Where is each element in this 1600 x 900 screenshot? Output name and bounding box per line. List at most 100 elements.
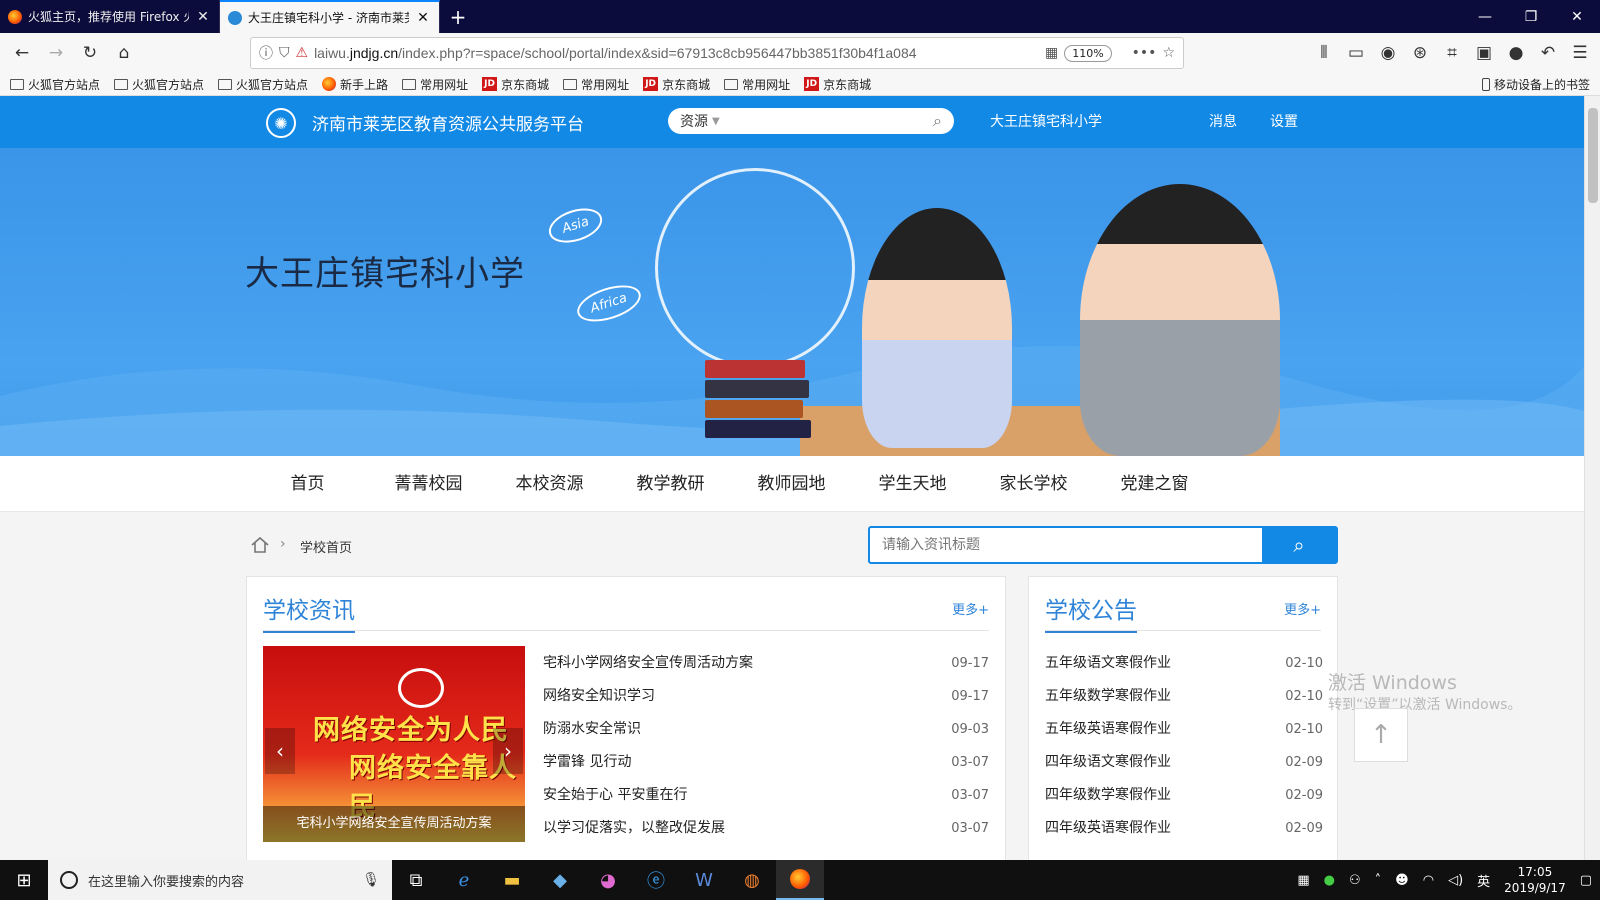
taskbar-search-input[interactable]: 在这里输入你要搜索的内容	[88, 871, 244, 890]
list-item[interactable]: 五年级数学寒假作业 02-10	[1045, 680, 1323, 713]
addon-icon[interactable]: ●	[1500, 37, 1532, 69]
nav-teaching[interactable]: 教学教研	[610, 456, 731, 511]
microphone-icon[interactable]: 🎙	[362, 872, 380, 888]
firefox-taskbar-icon[interactable]	[776, 860, 824, 900]
nav-teachers[interactable]: 教师园地	[731, 456, 852, 511]
list-item[interactable]: 四年级数学寒假作业 02-09	[1045, 779, 1323, 812]
windows-start-icon[interactable]: ⊞	[0, 860, 48, 900]
volume-icon[interactable]: ◁)	[1448, 873, 1463, 888]
close-icon[interactable]: ✕	[195, 9, 211, 25]
list-item[interactable]: 网络安全知识学习 09-17	[543, 680, 989, 713]
notification-icon[interactable]: ▢	[1580, 873, 1592, 888]
tab-school[interactable]: 大王庄镇宅科小学 - 济南市莱芜 ✕	[220, 0, 440, 33]
more-link[interactable]: 更多+	[1284, 599, 1321, 618]
tab-firefox-home[interactable]: 火狐主页，推荐使用 Firefox 火 ✕	[0, 0, 220, 33]
chevron-down-icon[interactable]: ▼	[712, 116, 720, 127]
bookmark-item[interactable]: 常用网址	[563, 76, 629, 93]
nav-resources[interactable]: 本校资源	[489, 456, 610, 511]
info-icon[interactable]: ⓘ	[259, 43, 273, 63]
bookmark-item[interactable]: 常用网址	[724, 76, 790, 93]
qr-code-icon[interactable]: ▦	[1045, 45, 1058, 61]
panel-title[interactable]: 学校资讯	[263, 591, 355, 633]
tray-app-icon[interactable]: ●	[1324, 873, 1335, 888]
list-item[interactable]: 四年级语文寒假作业 02-09	[1045, 746, 1323, 779]
list-item[interactable]: 学雷锋 见行动 03-07	[543, 746, 989, 779]
screenshot-icon[interactable]: ⌗	[1436, 37, 1468, 69]
search-icon[interactable]: ⌕	[933, 111, 942, 131]
taskbar-search[interactable]: 在这里输入你要搜索的内容 🎙	[48, 860, 392, 900]
file-explorer-icon[interactable]: ▬	[488, 860, 536, 900]
keyboard-icon[interactable]: ▦	[1297, 873, 1309, 888]
app-icon[interactable]: ◆	[536, 860, 584, 900]
resource-search[interactable]: 资源 ▼ ⌕	[668, 108, 954, 134]
address-bar[interactable]: ⓘ ⛉ ⚠ laiwu.jndjg.cn/index.php?r=space/s…	[250, 37, 1184, 69]
close-window-icon[interactable]: ✕	[1554, 0, 1600, 33]
people-icon[interactable]: ⚇	[1349, 873, 1361, 888]
sidebar-icon[interactable]: ▭	[1340, 37, 1372, 69]
nav-campus[interactable]: 菁菁校园	[368, 456, 489, 511]
bookmark-item[interactable]: 火狐官方站点	[114, 76, 204, 93]
bookmark-item[interactable]: JD 京东商城	[804, 76, 871, 93]
search-category[interactable]: 资源	[680, 111, 708, 131]
home-icon[interactable]	[250, 536, 270, 554]
insecure-lock-icon[interactable]: ⚠	[296, 45, 309, 61]
bookmark-item[interactable]: JD 京东商城	[482, 76, 549, 93]
forward-icon[interactable]: →	[40, 37, 72, 69]
shield-icon[interactable]: ⛉	[279, 45, 290, 61]
list-item[interactable]: 安全始于心 平安重在行 03-07	[543, 779, 989, 812]
scrollbar-thumb[interactable]	[1588, 108, 1598, 203]
home-icon[interactable]: ⌂	[108, 37, 140, 69]
settings-link[interactable]: 设置	[1270, 111, 1298, 131]
zoom-level[interactable]: 110%	[1064, 44, 1112, 62]
platform-logo-icon[interactable]: ✺	[266, 108, 296, 138]
news-search-input[interactable]	[870, 528, 1262, 562]
bookmark-item[interactable]: 火狐官方站点	[218, 76, 308, 93]
carousel-prev-icon[interactable]: ‹	[265, 728, 295, 774]
list-item[interactable]: 防溺水安全常识 09-03	[543, 713, 989, 746]
news-search-button[interactable]: ⌕	[1262, 528, 1336, 562]
carousel-caption[interactable]: 宅科小学网络安全宣传周活动方案	[263, 806, 525, 842]
bookmark-item[interactable]: 常用网址	[402, 76, 468, 93]
menu-icon[interactable]: ☰	[1564, 37, 1596, 69]
list-item[interactable]: 四年级英语寒假作业 02-09	[1045, 812, 1323, 845]
task-view-icon[interactable]: ⧉	[392, 860, 440, 900]
color-app-icon[interactable]: ◕	[584, 860, 632, 900]
list-item[interactable]: 五年级语文寒假作业 02-10	[1045, 647, 1323, 680]
url-text[interactable]: laiwu.jndjg.cn/index.php?r=space/school/…	[314, 45, 1039, 61]
minimize-icon[interactable]: —	[1462, 0, 1508, 33]
school-link[interactable]: 大王庄镇宅科小学	[990, 111, 1102, 131]
ime-indicator[interactable]: 英	[1477, 871, 1490, 890]
bookmark-item[interactable]: JD 京东商城	[643, 76, 710, 93]
account-icon[interactable]: ◉	[1372, 37, 1404, 69]
restore-icon[interactable]: ❐	[1508, 0, 1554, 33]
panel-title[interactable]: 学校公告	[1045, 591, 1137, 633]
undo-icon[interactable]: ↶	[1532, 37, 1564, 69]
list-item[interactable]: 以学习促落实，以整改促发展 03-07	[543, 812, 989, 845]
breadcrumb-current[interactable]: 学校首页	[300, 537, 352, 556]
nav-party[interactable]: 党建之窗	[1094, 456, 1215, 511]
ie-icon[interactable]: ⓔ	[632, 860, 680, 900]
carousel-next-icon[interactable]: ›	[493, 728, 523, 774]
more-actions-icon[interactable]: •••	[1132, 45, 1157, 61]
bookmark-item[interactable]: 新手上路	[322, 76, 388, 93]
reload-icon[interactable]: ↻	[74, 37, 106, 69]
chat-icon[interactable]: ▣	[1468, 37, 1500, 69]
library-icon[interactable]: ⫴	[1308, 37, 1340, 69]
media-app-icon[interactable]: ◍	[728, 860, 776, 900]
close-icon[interactable]: ✕	[415, 10, 431, 26]
list-item[interactable]: 宅科小学网络安全宣传周活动方案 09-17	[543, 647, 989, 680]
bookmark-star-icon[interactable]: ☆	[1162, 45, 1175, 61]
list-item[interactable]: 五年级英语寒假作业 02-10	[1045, 713, 1323, 746]
clock[interactable]: 17:05 2019/9/17	[1504, 864, 1566, 896]
messages-link[interactable]: 消息	[1209, 111, 1237, 131]
new-tab-button[interactable]: +	[440, 0, 476, 33]
back-to-top-icon[interactable]: ↑	[1354, 708, 1408, 762]
news-carousel[interactable]: 网络安全为人民 网络安全靠人民 ‹ › 宅科小学网络安全宣传周活动方案	[263, 646, 525, 842]
scrollbar[interactable]	[1584, 96, 1600, 860]
cortana-icon[interactable]	[60, 871, 78, 889]
word-icon[interactable]: W	[680, 860, 728, 900]
mobile-bookmarks[interactable]: 移动设备上的书签	[1481, 76, 1590, 93]
nav-students[interactable]: 学生天地	[852, 456, 973, 511]
qq-icon[interactable]: ☻	[1395, 873, 1409, 888]
platform-name[interactable]: 济南市莱芜区教育资源公共服务平台	[312, 110, 584, 135]
